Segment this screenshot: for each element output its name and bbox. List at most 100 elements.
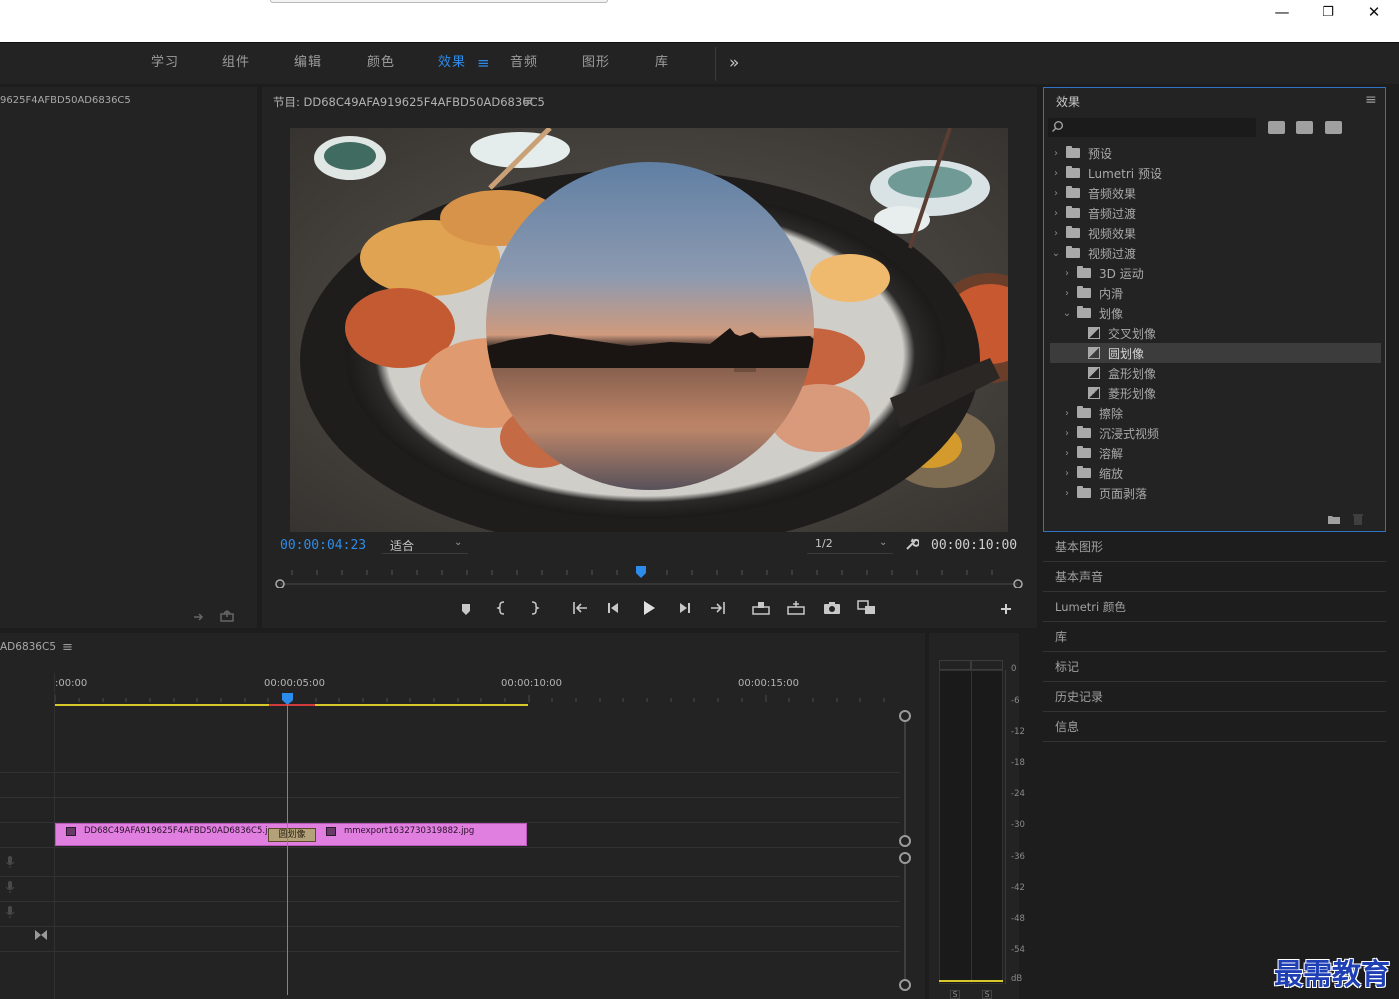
panel-essential-graphics[interactable]: 基本图形 (1043, 532, 1386, 562)
effects-folder[interactable]: › 内滑 (1050, 283, 1381, 303)
close-button[interactable]: ✕ (1351, 0, 1397, 24)
accelerated-effects-icon[interactable] (1268, 121, 1285, 134)
effects-folder[interactable]: ⌄ 视频过渡 (1050, 243, 1381, 263)
workspace-overflow-icon[interactable]: » (729, 43, 740, 83)
folder-icon (1077, 266, 1091, 278)
scroll-handle-bottom[interactable] (899, 835, 911, 847)
scroll-handle-top[interactable] (899, 852, 911, 864)
chevron-right-icon[interactable]: › (1061, 428, 1073, 439)
go-to-in-icon[interactable] (571, 601, 589, 615)
effects-tab-menu-icon[interactable]: ≡ (477, 43, 491, 83)
chevron-right-icon[interactable]: › (1061, 488, 1073, 499)
effects-folder[interactable]: › 页面剥落 (1050, 483, 1381, 503)
timeline-menu-icon[interactable]: ≡ (62, 640, 73, 655)
meter-scale-label: -18 (1011, 758, 1025, 768)
solo-left-button[interactable]: S (950, 990, 960, 999)
chevron-right-icon[interactable]: › (1050, 208, 1062, 219)
effects-folder[interactable]: › 3D 运动 (1050, 263, 1381, 283)
step-forward-icon[interactable] (676, 601, 692, 615)
effects-menu-icon[interactable]: ≡ (1365, 92, 1377, 108)
extract-icon[interactable] (786, 600, 806, 616)
chevron-right-icon[interactable]: › (1050, 168, 1062, 179)
program-menu-icon[interactable]: ≡ (522, 93, 534, 109)
transition-block[interactable]: 圆划像 (268, 828, 316, 842)
effect-item[interactable]: 盒形划像 (1050, 363, 1381, 383)
delete-icon[interactable] (1352, 513, 1364, 525)
effect-item[interactable]: 圆划像 (1050, 343, 1381, 363)
go-to-out-icon[interactable] (709, 601, 727, 615)
effects-folder[interactable]: › 沉浸式视频 (1050, 423, 1381, 443)
step-back-icon[interactable] (606, 601, 622, 615)
effects-folder[interactable]: › Lumetri 预设 (1050, 163, 1381, 183)
export-icon[interactable] (220, 610, 234, 622)
resolution-select[interactable]: 1/2 ⌄ (807, 536, 893, 554)
effects-folder[interactable]: › 溶解 (1050, 443, 1381, 463)
mic-icon[interactable] (5, 905, 15, 919)
video-tracks-scrollbar[interactable] (904, 722, 906, 835)
effects-folder[interactable]: › 音频效果 (1050, 183, 1381, 203)
solo-right-button[interactable]: S (982, 990, 992, 999)
chevron-right-icon[interactable]: › (1050, 148, 1062, 159)
effects-folder[interactable]: › 缩放 (1050, 463, 1381, 483)
chevron-right-icon[interactable]: › (1061, 468, 1073, 479)
tab-color[interactable]: 颜色 (367, 43, 395, 83)
effects-folder[interactable]: › 音频过渡 (1050, 203, 1381, 223)
timeline-ruler[interactable] (54, 691, 900, 707)
effects-folder[interactable]: ⌄ 划像 (1050, 303, 1381, 323)
add-marker-icon[interactable] (459, 602, 473, 616)
wrench-icon[interactable] (905, 537, 920, 551)
audio-tracks-scrollbar[interactable] (904, 864, 906, 979)
mic-icon[interactable] (5, 855, 15, 869)
tab-audio[interactable]: 音频 (510, 43, 538, 83)
new-bin-icon[interactable] (1327, 514, 1341, 525)
insert-icon[interactable] (193, 611, 207, 621)
lift-icon[interactable] (751, 600, 771, 616)
scroll-handle-top[interactable] (899, 710, 911, 722)
panel-history[interactable]: 历史记录 (1043, 682, 1386, 712)
32-bit-effects-icon[interactable] (1296, 121, 1313, 134)
panel-info[interactable]: 信息 (1043, 712, 1386, 742)
scroll-handle-bottom[interactable] (899, 979, 911, 991)
chevron-right-icon[interactable]: › (1061, 288, 1073, 299)
effects-folder[interactable]: › 视频效果 (1050, 223, 1381, 243)
play-icon[interactable] (641, 600, 657, 616)
tab-learning[interactable]: 学习 (151, 43, 179, 83)
meter-floor-level (939, 980, 1003, 982)
mic-icon[interactable] (5, 880, 15, 894)
panel-libraries[interactable]: 库 (1043, 622, 1386, 652)
panel-lumetri-color[interactable]: Lumetri 颜色 (1043, 592, 1386, 622)
tab-libraries[interactable]: 库 (655, 43, 669, 83)
title-field[interactable] (270, 0, 608, 3)
yuv-effects-icon[interactable] (1325, 121, 1342, 134)
minimize-button[interactable]: — (1259, 0, 1305, 24)
chevron-down-icon[interactable]: ⌄ (1050, 248, 1062, 259)
mark-out-icon[interactable] (527, 600, 541, 616)
chevron-down-icon[interactable]: ⌄ (1061, 308, 1073, 319)
tab-graphics[interactable]: 图形 (582, 43, 610, 83)
playhead-handle[interactable] (282, 693, 293, 705)
restore-button[interactable]: ❐ (1305, 0, 1351, 24)
program-scrubber[interactable] (272, 566, 1024, 589)
chevron-right-icon[interactable]: › (1061, 408, 1073, 419)
chevron-right-icon[interactable]: › (1061, 268, 1073, 279)
chevron-right-icon[interactable]: › (1050, 188, 1062, 199)
comparison-view-icon[interactable] (857, 600, 877, 616)
chevron-right-icon[interactable]: › (1050, 228, 1062, 239)
effect-item[interactable]: 交叉划像 (1050, 323, 1381, 343)
panel-markers[interactable]: 标记 (1043, 652, 1386, 682)
current-timecode[interactable]: 00:00:04:23 (280, 538, 366, 553)
panel-essential-sound[interactable]: 基本声音 (1043, 562, 1386, 592)
zoom-select[interactable]: 适合 ⌄ (382, 536, 468, 554)
effects-search-input[interactable] (1048, 118, 1256, 137)
chevron-right-icon[interactable]: › (1061, 448, 1073, 459)
effects-folder[interactable]: › 预设 (1050, 143, 1381, 163)
button-editor-icon[interactable] (999, 602, 1013, 616)
effect-item[interactable]: 菱形划像 (1050, 383, 1381, 403)
tab-effects[interactable]: 效果 (438, 43, 466, 83)
export-frame-icon[interactable] (823, 601, 841, 615)
effects-folder[interactable]: › 擦除 (1050, 403, 1381, 423)
tab-editing[interactable]: 编辑 (294, 43, 322, 83)
master-track-icon[interactable] (34, 929, 48, 941)
mark-in-icon[interactable] (495, 600, 509, 616)
tab-assembly[interactable]: 组件 (222, 43, 250, 83)
